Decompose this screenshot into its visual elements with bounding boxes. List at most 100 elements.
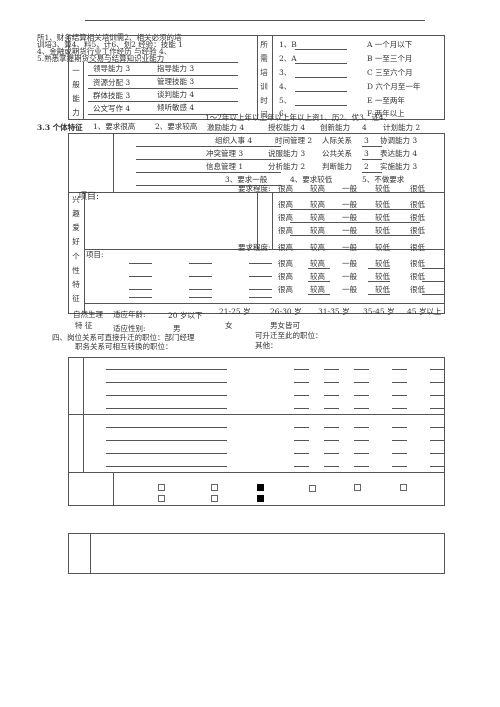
level: 很低	[410, 226, 425, 235]
rule	[136, 172, 281, 173]
level: 很高	[278, 213, 293, 222]
rule	[290, 222, 420, 223]
relation-line	[324, 440, 339, 441]
relation-line	[392, 395, 407, 396]
level: 很低	[410, 184, 425, 193]
level: 较高	[310, 213, 325, 222]
relation-line	[430, 408, 445, 409]
ability-item: 指导能力 3	[157, 64, 195, 73]
level: 一般	[342, 213, 357, 222]
checkbox[interactable]	[158, 484, 165, 491]
ability-item: 人际关系	[322, 136, 352, 145]
section-4-line: 可升迁至此的职位：	[255, 331, 323, 340]
relation-line	[430, 427, 445, 428]
rule	[362, 172, 382, 173]
relation-line	[294, 466, 309, 467]
answer-line	[308, 294, 330, 295]
level: 较高	[310, 226, 325, 235]
relation-line	[430, 369, 445, 370]
training-answer: 2、A	[279, 54, 297, 63]
rule	[362, 146, 382, 147]
level: 较高	[310, 285, 325, 294]
relation-line	[294, 395, 309, 396]
answer-line	[249, 297, 272, 298]
ability-item: 谈判能力 4	[157, 90, 195, 99]
item-label: 项目:	[86, 250, 104, 259]
notes-box	[68, 533, 445, 574]
level: 较低	[375, 226, 390, 235]
relation-line	[392, 453, 407, 454]
level: 很高	[278, 259, 293, 268]
ability-item: 领导能力 3	[93, 64, 131, 73]
answer-line	[189, 297, 212, 298]
relation-line	[324, 427, 339, 428]
divider	[83, 62, 84, 120]
ability-item: 表达能力 4	[380, 149, 418, 158]
answer-line	[249, 263, 272, 264]
ability-level: 2	[364, 162, 369, 171]
age-option: 26-30 岁	[270, 307, 302, 316]
relation-line	[294, 382, 309, 383]
degree-label: 要求程度:	[238, 243, 271, 252]
answer-line	[422, 281, 445, 282]
rule	[88, 75, 238, 76]
training-option: B 一至三个月	[367, 54, 413, 63]
training-answer: 3、	[279, 68, 292, 77]
training-answer: 1、B	[279, 40, 297, 49]
relation-line	[354, 395, 369, 396]
scale-label: 1、要求很高	[93, 122, 136, 131]
divider	[90, 533, 91, 574]
ability-item: 公文写作 4	[93, 104, 131, 113]
scale-label: 4、要求较低	[290, 175, 333, 184]
relation-line	[354, 440, 369, 441]
relation-line	[324, 382, 339, 383]
level: 很高	[278, 200, 293, 209]
checkbox[interactable]	[400, 484, 407, 491]
relation-line	[354, 453, 369, 454]
level: 较低	[375, 200, 390, 209]
divider	[257, 192, 258, 249]
relation-line	[354, 408, 369, 409]
age-option: 35-45 岁	[363, 307, 395, 316]
level: 很高	[278, 243, 293, 252]
answer-line	[295, 91, 347, 92]
checkbox[interactable]	[211, 495, 218, 502]
relation-line	[324, 408, 339, 409]
checkbox[interactable]	[211, 484, 218, 491]
checkbox[interactable]	[354, 484, 361, 491]
rule	[88, 88, 238, 89]
divider	[257, 35, 258, 120]
ability-item: 组织人事 4	[215, 136, 253, 145]
top-rule	[85, 20, 425, 21]
training-option: C 三至六个月	[367, 68, 413, 77]
checkbox[interactable]	[309, 485, 316, 492]
answer-line	[308, 281, 330, 282]
level: 较高	[310, 272, 325, 281]
checkbox[interactable]	[257, 484, 264, 491]
ability-item: 计划能力 2	[383, 123, 421, 132]
answer-line	[422, 268, 445, 269]
ability-item: 倾听敏感 4	[157, 103, 195, 112]
divider	[84, 192, 85, 314]
section-4-line: 职务关系可相互转换的职位：	[75, 342, 173, 351]
age-option: 20 岁以下	[168, 311, 203, 320]
age-label: 适应年龄:	[113, 310, 146, 319]
divider	[272, 192, 273, 249]
relation-line	[392, 408, 407, 409]
checkbox[interactable]	[257, 495, 264, 502]
level: 较低	[375, 285, 390, 294]
degree-label: 要求程度:	[238, 184, 271, 193]
checkbox[interactable]	[158, 495, 165, 502]
relation-line	[106, 440, 227, 441]
answer-line	[189, 263, 212, 264]
relation-line	[106, 395, 227, 396]
level: 很低	[410, 272, 425, 281]
relation-line	[324, 453, 339, 454]
ability-item: 协调能力 3	[380, 136, 418, 145]
age-option: 45 岁以上	[407, 307, 442, 316]
training-answer: 4、	[279, 82, 292, 91]
relation-line	[354, 382, 369, 383]
training-option: D 六个月至一年	[367, 82, 421, 91]
divider	[113, 472, 114, 506]
level: 较高	[310, 243, 325, 252]
